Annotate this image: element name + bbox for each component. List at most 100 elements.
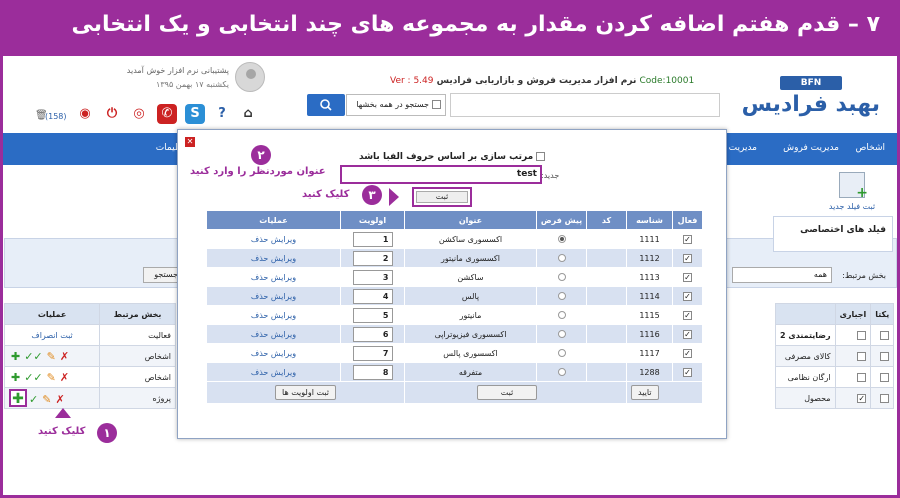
edit-link[interactable]: ویرایش	[271, 311, 296, 320]
priority-input[interactable]: 7	[352, 345, 393, 361]
save-button[interactable]: ثبت	[477, 385, 537, 400]
required-checkbox[interactable]	[834, 366, 872, 388]
edit-link[interactable]: ویرایش	[271, 368, 296, 377]
value-title: اکسسوری پالس	[404, 343, 537, 363]
delete-link[interactable]: حذف	[251, 273, 268, 282]
search-all-label: جستجو در همه بخشها	[356, 100, 429, 109]
active-checkbox[interactable]: ✓	[683, 291, 692, 301]
priority-input[interactable]: 3	[352, 269, 393, 285]
logo-badge: BFN	[780, 76, 842, 90]
sort-checkbox[interactable]	[536, 152, 546, 161]
home-icon[interactable]: ⌂	[238, 104, 258, 124]
question-icon[interactable]: ?	[212, 104, 232, 124]
table-row: رضایتمندی 2	[775, 324, 895, 346]
delete-link[interactable]: حذف	[251, 254, 268, 263]
search-all-checkbox[interactable]	[432, 100, 441, 109]
step2-badge: ۲	[251, 145, 271, 165]
delete-link[interactable]: حذف	[251, 292, 268, 301]
unique-checkbox[interactable]	[870, 366, 895, 388]
priority-input[interactable]: 1	[352, 231, 393, 247]
required-checkbox[interactable]: ✓	[834, 387, 872, 409]
edit-link[interactable]: ویرایش	[271, 235, 296, 244]
help-icon[interactable]: ◎	[129, 104, 149, 124]
required-checkbox[interactable]	[834, 324, 872, 346]
fields-table-right: اجباری یکتا رضایتمندی 2 کالای مصرفی ارگان…	[775, 303, 895, 409]
save-new-value-button[interactable]: ثبت	[412, 187, 472, 207]
default-radio[interactable]	[557, 273, 566, 281]
edit-icon[interactable]: ✎	[42, 393, 51, 406]
active-checkbox[interactable]: ✓	[683, 329, 692, 339]
edit-icon[interactable]: ✎	[47, 350, 56, 363]
default-radio[interactable]	[557, 254, 566, 262]
delete-icon[interactable]: ✗	[55, 393, 64, 406]
logo: BFN بهبد فرادیس	[742, 70, 880, 130]
check-icon[interactable]: ✓✓	[24, 371, 42, 384]
edit-link[interactable]: ویرایش	[271, 349, 296, 358]
add-field-label: ثبت فیلد جدید	[828, 202, 876, 211]
default-radio[interactable]	[557, 368, 566, 376]
values-table: فعال شناسه کد پیش فرض عنوان اولویت عملیا…	[206, 210, 703, 404]
default-radio[interactable]	[557, 235, 566, 243]
search-button[interactable]	[307, 94, 345, 116]
priority-input[interactable]: 8	[352, 364, 393, 380]
delete-link[interactable]: حذف	[251, 311, 268, 320]
power-icon[interactable]: ⏻	[102, 104, 122, 124]
delete-icon[interactable]: ✗	[60, 371, 69, 384]
add-value-icon[interactable]: ✚	[11, 371, 20, 384]
phone-icon[interactable]: ✆	[157, 104, 177, 124]
delete-link[interactable]: حذف	[251, 368, 268, 377]
delete-link[interactable]: حذف	[251, 349, 268, 358]
confirm-button[interactable]: تایید	[631, 385, 659, 400]
default-radio[interactable]	[557, 349, 566, 357]
search-all-option[interactable]: جستجو در همه بخشها	[346, 94, 446, 116]
edit-icon[interactable]: ✎	[47, 371, 56, 384]
fingerprint-icon[interactable]: ◉	[75, 104, 95, 124]
app-version: Ver : 5.49	[390, 76, 434, 86]
default-radio[interactable]	[557, 311, 566, 319]
edit-link[interactable]: ویرایش	[271, 254, 296, 263]
active-checkbox[interactable]: ✓	[683, 310, 692, 320]
section-filter-select[interactable]: همه	[732, 267, 832, 283]
delete-link[interactable]: حذف	[251, 330, 268, 339]
cancel-record-link[interactable]: ثبت انصراف	[3, 324, 101, 346]
delete-link[interactable]: حذف	[251, 235, 268, 244]
skype-icon[interactable]: S	[185, 104, 205, 124]
edit-link[interactable]: ویرایش	[271, 273, 296, 282]
default-radio[interactable]	[557, 330, 566, 338]
add-value-icon[interactable]: ✚	[11, 350, 20, 363]
required-checkbox[interactable]	[834, 345, 872, 367]
new-value-input[interactable]: test	[340, 165, 542, 184]
avatar[interactable]	[235, 62, 265, 92]
col-priority: اولویت	[340, 210, 405, 230]
nav-item-management[interactable]: مدیریت	[729, 143, 757, 153]
unique-checkbox[interactable]	[870, 324, 895, 346]
priority-input[interactable]: 6	[352, 326, 393, 342]
delete-icon[interactable]: ✗	[60, 350, 69, 363]
search-input[interactable]	[450, 93, 720, 117]
notification-count[interactable]: (158)	[45, 112, 67, 121]
priority-input[interactable]: 5	[352, 307, 393, 323]
default-radio[interactable]	[557, 292, 566, 300]
edit-link[interactable]: ویرایش	[271, 330, 296, 339]
active-checkbox[interactable]: ✓	[683, 272, 692, 282]
add-field-button[interactable]: + ثبت فیلد جدید	[822, 172, 882, 220]
priority-input[interactable]: 4	[352, 288, 393, 304]
save-priorities-button[interactable]: ثبت اولویت ها	[275, 385, 336, 400]
nav-item-persons[interactable]: اشخاص	[856, 143, 885, 153]
active-checkbox[interactable]: ✓	[683, 234, 692, 244]
toolbar-icons: 🗑 (158) ◉ ⏻ ◎ ✆ S ? ⌂	[30, 104, 280, 130]
edit-link[interactable]: ویرایش	[271, 292, 296, 301]
check-icon[interactable]: ✓✓	[24, 350, 42, 363]
active-checkbox[interactable]: ✓	[683, 253, 692, 263]
col-default: پیش فرض	[536, 210, 587, 230]
add-value-icon[interactable]: ✚	[9, 389, 27, 407]
active-checkbox[interactable]: ✓	[683, 367, 692, 377]
unique-checkbox[interactable]	[870, 345, 895, 367]
check-icon[interactable]: ✓	[29, 393, 38, 406]
sort-alphabetical-option[interactable]: مرتب سازی بر اساس حروف الفبا باشد	[359, 152, 546, 162]
active-checkbox[interactable]: ✓	[683, 348, 692, 358]
unique-checkbox[interactable]	[870, 387, 895, 409]
nav-item-sales[interactable]: مدیریت فروش	[783, 143, 839, 153]
priority-input[interactable]: 2	[352, 250, 393, 266]
close-icon[interactable]: ✕	[185, 137, 195, 147]
